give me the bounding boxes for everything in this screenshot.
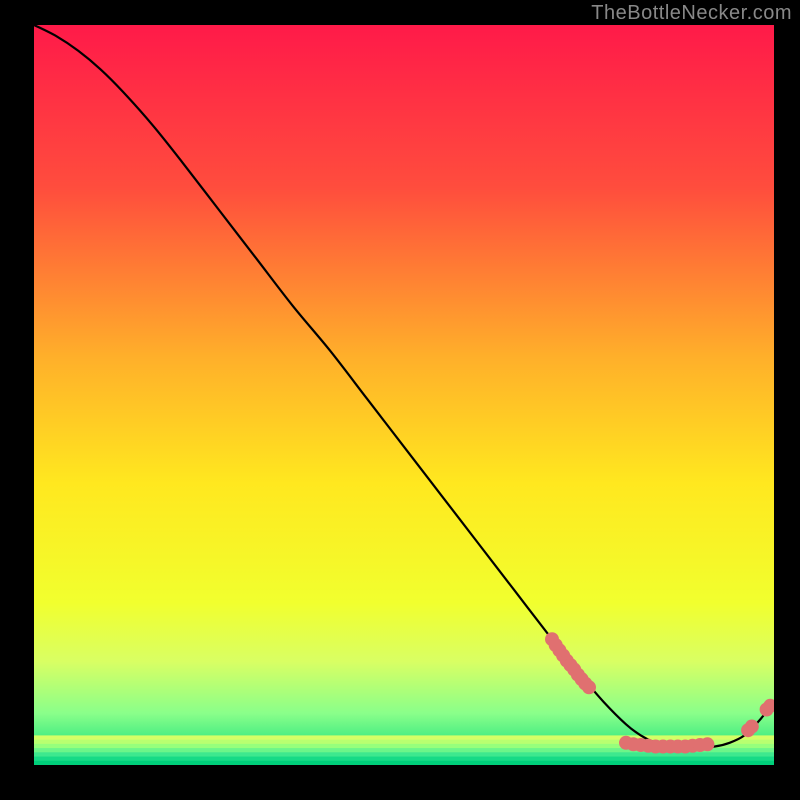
gradient-background: [34, 25, 774, 765]
watermark-text: TheBottleNecker.com: [591, 2, 792, 25]
marker-point: [582, 680, 596, 694]
chart-plot-area: [34, 25, 774, 765]
marker-point: [700, 737, 714, 751]
chart-svg: [34, 25, 774, 765]
marker-point: [745, 720, 759, 734]
chart-frame: TheBottleNecker.com: [0, 0, 800, 800]
